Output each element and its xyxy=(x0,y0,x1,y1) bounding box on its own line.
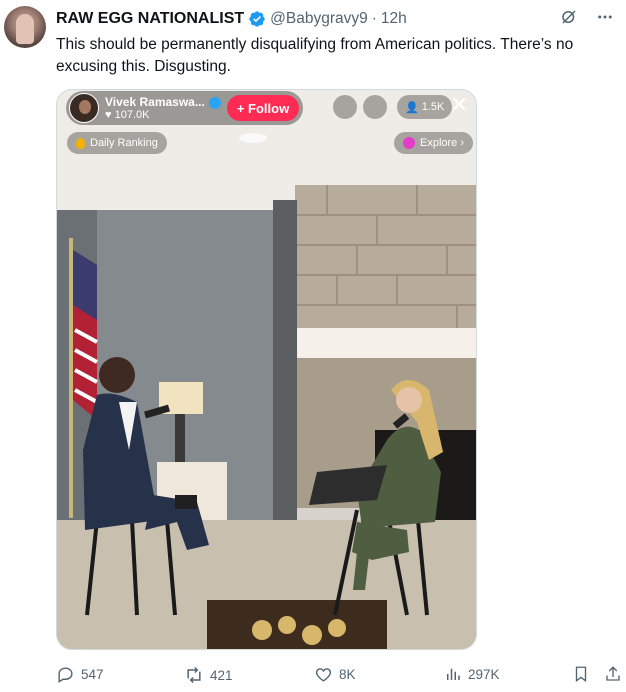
explore-button[interactable]: Explore › xyxy=(394,132,474,154)
reply-icon xyxy=(58,667,73,683)
repost-button[interactable]: 421 xyxy=(184,665,233,685)
bookmark-button[interactable] xyxy=(572,665,590,683)
reply-button[interactable]: 547 xyxy=(56,665,104,684)
viewer-count[interactable]: 👤 1.5K xyxy=(397,95,453,119)
share-button[interactable] xyxy=(604,665,622,683)
views-button[interactable]: 297K xyxy=(444,665,500,683)
creator-pill[interactable]: Vivek Ramaswa... ♥ 107.0K + Follow xyxy=(66,91,304,125)
daily-ranking-label: Daily Ranking xyxy=(90,137,158,149)
gift-icon[interactable] xyxy=(333,95,357,119)
more-options-icon[interactable] xyxy=(596,8,614,31)
close-icon[interactable]: ✕ xyxy=(450,92,468,118)
heart-icon xyxy=(315,668,332,682)
grok-icon[interactable] xyxy=(560,8,578,31)
tweet-header: RAW EGG NATIONALIST @Babygravy9 · 12h xyxy=(56,9,407,29)
tweet-time[interactable]: 12h xyxy=(381,10,407,28)
creator-name-row: Vivek Ramaswa... xyxy=(105,95,221,109)
daily-ranking-button[interactable]: Daily Ranking xyxy=(67,132,167,154)
creator-likes: 107.0K xyxy=(114,109,150,121)
creator-verified-icon xyxy=(208,96,221,109)
tweet-media-video[interactable]: Vivek Ramaswa... ♥ 107.0K + Follow 👤 1.5… xyxy=(56,89,477,650)
repost-icon xyxy=(187,666,201,684)
author-handle[interactable]: @Babygravy9 xyxy=(270,10,368,28)
tweet-actions-bar: 547 421 8K 297K xyxy=(56,665,624,691)
gift-icon-2[interactable] xyxy=(363,95,387,119)
gem-icon xyxy=(403,137,415,149)
person-icon: 👤 xyxy=(405,101,419,114)
follow-button[interactable]: + Follow xyxy=(226,95,300,121)
views-icon xyxy=(447,668,460,680)
repost-count: 421 xyxy=(210,667,233,683)
creator-avatar[interactable] xyxy=(69,93,99,123)
explore-label: Explore › xyxy=(420,137,465,149)
like-button[interactable]: 8K xyxy=(314,665,356,684)
author-avatar[interactable] xyxy=(4,6,46,48)
video-frame-image xyxy=(57,90,476,649)
flame-icon xyxy=(76,137,85,149)
creator-name: Vivek Ramaswa... xyxy=(105,95,205,109)
bookmark-icon xyxy=(575,666,587,683)
author-name[interactable]: RAW EGG NATIONALIST xyxy=(56,10,244,28)
reply-count: 547 xyxy=(81,667,104,682)
creator-likes-row: ♥ 107.0K xyxy=(105,109,150,121)
live-top-bar: Vivek Ramaswa... ♥ 107.0K + Follow xyxy=(66,91,304,125)
creator-info: Vivek Ramaswa... ♥ 107.0K xyxy=(105,95,221,121)
share-icon xyxy=(606,666,620,681)
verified-badge-icon xyxy=(249,11,265,27)
view-count: 297K xyxy=(468,666,500,682)
like-count: 8K xyxy=(339,667,356,682)
tweet-text: This should be permanently disqualifying… xyxy=(56,36,574,75)
viewer-count-value: 1.5K xyxy=(421,101,445,113)
tweet-top-icons xyxy=(560,8,614,31)
separator-dot: · xyxy=(371,10,377,27)
